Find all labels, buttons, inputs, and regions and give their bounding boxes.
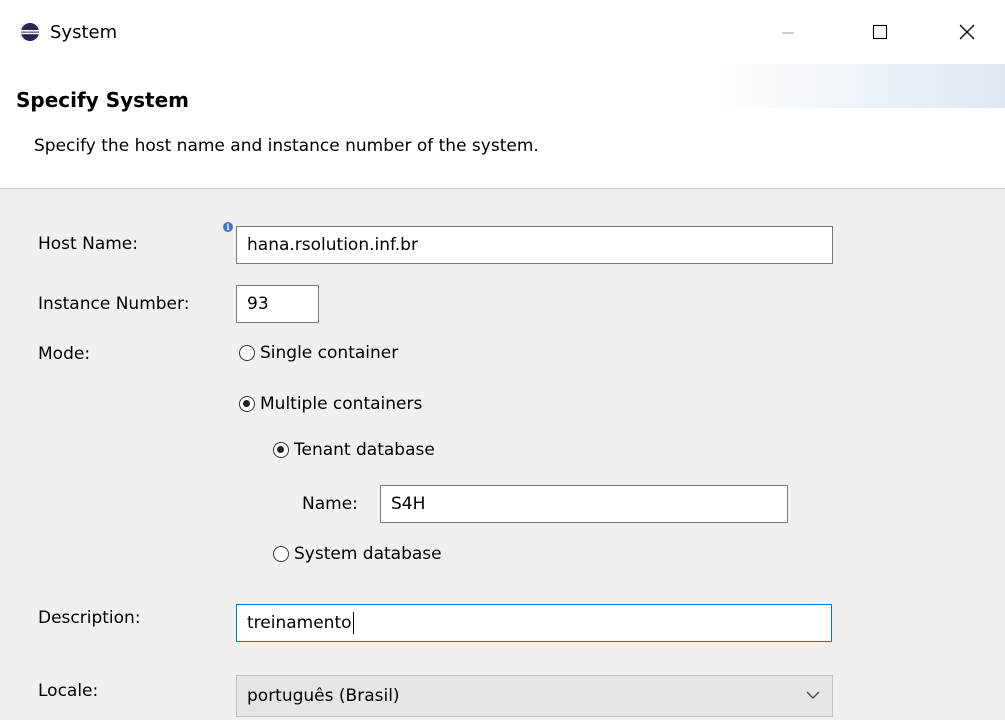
radio-single-indicator bbox=[239, 345, 255, 361]
host-name-label: Host Name: bbox=[38, 234, 138, 254]
radio-tenant-database[interactable]: Tenant database bbox=[273, 440, 435, 460]
radio-multiple-label: Multiple containers bbox=[260, 394, 423, 414]
radio-tenant-indicator bbox=[273, 442, 289, 458]
description-value: treinamento bbox=[247, 613, 352, 633]
close-icon bbox=[959, 24, 975, 40]
radio-single-label: Single container bbox=[260, 343, 399, 363]
mode-label: Mode: bbox=[38, 344, 91, 364]
info-icon: i bbox=[223, 222, 233, 232]
window-title: System bbox=[50, 22, 118, 43]
title-bar: System bbox=[0, 0, 1005, 64]
radio-multiple-indicator bbox=[239, 396, 255, 412]
minimize-button[interactable] bbox=[765, 10, 811, 54]
chevron-down-icon bbox=[806, 691, 820, 699]
name-label: Name: bbox=[302, 494, 358, 514]
radio-multiple-containers[interactable]: Multiple containers bbox=[239, 394, 422, 414]
maximize-icon bbox=[872, 24, 888, 40]
page-description: Specify the host name and instance numbe… bbox=[34, 136, 539, 156]
text-caret bbox=[352, 612, 354, 634]
radio-tenant-label: Tenant database bbox=[294, 440, 435, 460]
wizard-banner: Specify System Specify the host name and… bbox=[0, 64, 1005, 189]
maximize-button[interactable] bbox=[857, 10, 903, 54]
close-button[interactable] bbox=[944, 10, 990, 54]
radio-system-label: System database bbox=[294, 544, 442, 564]
instance-number-label: Instance Number: bbox=[38, 294, 190, 314]
page-title: Specify System bbox=[16, 88, 190, 112]
instance-number-value: 93 bbox=[247, 294, 269, 314]
description-input[interactable]: treinamento bbox=[236, 604, 832, 642]
instance-number-input[interactable]: 93 bbox=[236, 285, 319, 323]
eclipse-app-icon bbox=[21, 23, 39, 41]
name-value: S4H bbox=[391, 494, 426, 514]
radio-system-indicator bbox=[273, 546, 289, 562]
radio-system-database[interactable]: System database bbox=[273, 544, 442, 564]
minimize-icon bbox=[782, 32, 794, 34]
host-name-value: hana.rsolution.inf.br bbox=[247, 235, 418, 255]
host-name-input[interactable]: hana.rsolution.inf.br bbox=[236, 226, 833, 264]
description-label: Description: bbox=[38, 608, 141, 628]
name-input[interactable]: S4H bbox=[380, 485, 788, 523]
locale-label: Locale: bbox=[38, 681, 99, 701]
radio-single-container[interactable]: Single container bbox=[239, 343, 398, 363]
locale-value: português (Brasil) bbox=[247, 686, 400, 706]
banner-gradient bbox=[705, 64, 1005, 108]
locale-select[interactable]: português (Brasil) bbox=[236, 675, 833, 717]
